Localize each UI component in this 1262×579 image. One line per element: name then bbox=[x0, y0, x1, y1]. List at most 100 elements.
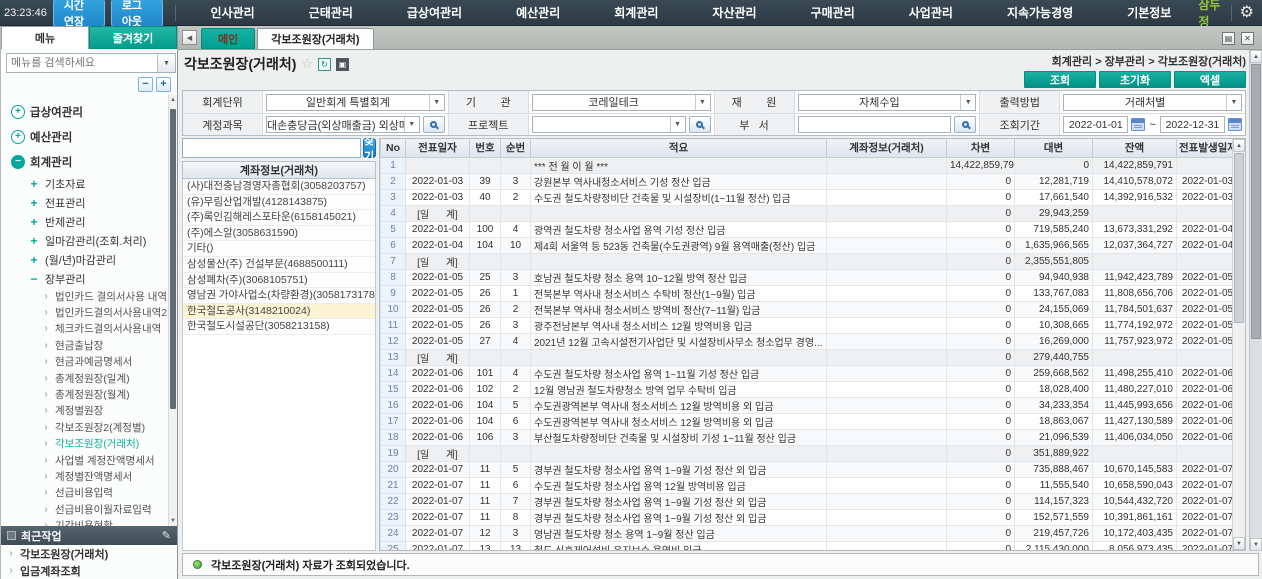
tree-item[interactable]: ›기간비용현황 bbox=[1, 517, 177, 526]
column-header[interactable]: 전표일자 bbox=[406, 139, 470, 157]
tree-item[interactable]: +급상여관리 bbox=[1, 99, 177, 124]
tree-item[interactable]: ›계정별잔액명세서 bbox=[1, 468, 177, 484]
excel-button[interactable]: 엑셀 bbox=[1174, 71, 1246, 88]
topbar-menu-item[interactable]: 회계관리 bbox=[587, 4, 685, 21]
expand-all-button[interactable]: + bbox=[156, 77, 171, 92]
scroll-down-icon[interactable]: ▼ bbox=[1250, 538, 1262, 551]
favorite-star-icon[interactable]: ☆ bbox=[301, 56, 313, 72]
gear-icon[interactable]: ⚙ bbox=[1240, 5, 1254, 21]
refresh-icon[interactable]: ↻ bbox=[318, 58, 331, 71]
table-row[interactable]: 7[일 계]02,355,551,805 bbox=[381, 253, 1239, 269]
table-row[interactable]: 122022-01-052742021년 12월 고속시설전기사업단 및 시설장… bbox=[381, 333, 1239, 349]
expand-icon[interactable]: + bbox=[11, 130, 25, 144]
chevron-down-icon[interactable]: ▼ bbox=[695, 95, 710, 110]
topbar-menu-item[interactable]: 급상여관리 bbox=[380, 4, 489, 21]
calendar-icon[interactable] bbox=[1131, 118, 1145, 131]
scroll-down-icon[interactable]: ▼ bbox=[1233, 537, 1245, 550]
tree-item[interactable]: ›법인카드 결의서사용 내역 bbox=[1, 288, 177, 304]
column-header[interactable]: 순번 bbox=[501, 139, 531, 157]
partner-list-item[interactable]: (사)대전충남경영자총협회(3058203757) bbox=[183, 179, 375, 195]
period-to-input[interactable]: 2022-12-31 bbox=[1160, 116, 1225, 133]
partner-list-item[interactable]: (주)록인김해레스포타운(6158145021) bbox=[183, 210, 375, 226]
tree-item[interactable]: ›총계정원장(일계) bbox=[1, 370, 177, 386]
collapse-icon[interactable]: − bbox=[11, 155, 25, 169]
calendar-icon[interactable] bbox=[1228, 118, 1242, 131]
column-header[interactable]: 대변 bbox=[1015, 139, 1093, 157]
partner-list-item[interactable]: (유)무림산업개발(4128143875) bbox=[183, 195, 375, 211]
table-row[interactable]: 142022-01-061014수도권 철도차량 청소사업 용역 1~11월 기… bbox=[381, 365, 1239, 381]
tree-item[interactable]: +(월/년)마감관리 bbox=[1, 250, 177, 269]
column-header[interactable]: 잔액 bbox=[1093, 139, 1177, 157]
tree-item[interactable]: ›현금과예금명세서 bbox=[1, 354, 177, 370]
tree-item[interactable]: ›법인카드결의서사용내역2 bbox=[1, 304, 177, 320]
expand-icon[interactable]: + bbox=[11, 105, 25, 119]
table-row[interactable]: 102022-01-05262전북본부 역사내 청소서비스 방역비 정산(7~1… bbox=[381, 301, 1239, 317]
expand-icon[interactable]: + bbox=[28, 196, 40, 210]
chevron-down-icon[interactable]: ▼ bbox=[1226, 95, 1241, 110]
table-row[interactable]: 82022-01-05253호남권 철도차량 청소 용역 10~12월 방역 정… bbox=[381, 269, 1239, 285]
partner-list-item[interactable]: 영남권 가야사업소(차량환경)(3058173178) bbox=[183, 288, 375, 304]
window-icon[interactable]: ▤ bbox=[1222, 32, 1235, 45]
find-button[interactable]: 찾기 bbox=[363, 138, 376, 158]
sidebar-tab-menu[interactable]: 메뉴 bbox=[1, 26, 89, 49]
clear-recent-icon[interactable]: ✎ bbox=[162, 529, 171, 542]
tree-item[interactable]: +기초자료 bbox=[1, 174, 177, 193]
window-scrollbar[interactable]: ▲ ▼ bbox=[1249, 50, 1262, 551]
table-row[interactable]: 32022-01-03402수도권 철도차량정비단 건축물 및 시설장비(1~1… bbox=[381, 189, 1239, 205]
table-row[interactable]: 182022-01-061063부산철도차량정비단 건축물 및 시설장비 기성 … bbox=[381, 429, 1239, 445]
table-row[interactable]: 62022-01-0410410제4회 서울역 등 523동 건축물(수도권광역… bbox=[381, 237, 1239, 253]
tab-scroll-left-icon[interactable]: ◀ bbox=[182, 30, 197, 45]
collapse-icon[interactable]: − bbox=[28, 272, 40, 286]
tab-subledger-partner[interactable]: 각보조원장(거래처) bbox=[257, 28, 373, 49]
scrollbar-thumb[interactable] bbox=[1251, 64, 1261, 339]
topbar-menu-item[interactable]: 사업관리 bbox=[882, 4, 980, 21]
column-header[interactable]: 계좌정보(거래처) bbox=[827, 139, 947, 157]
project-search-button[interactable] bbox=[689, 116, 711, 133]
tree-item[interactable]: +일마감관리(조회.처리) bbox=[1, 231, 177, 250]
scrollbar-thumb[interactable] bbox=[1234, 153, 1244, 323]
partner-list-item[interactable]: 한국철도공사(3148210024) bbox=[183, 304, 375, 320]
table-row[interactable]: 202022-01-07115경부권 철도차량 청소사업 용역 1~9월 기성 … bbox=[381, 461, 1239, 477]
column-header[interactable]: 적요 bbox=[531, 139, 827, 157]
table-row[interactable]: 162022-01-061045수도권광역본부 역사내 청소서비스 12월 방역… bbox=[381, 397, 1239, 413]
output-method-select[interactable]: 거래처별▼ bbox=[1063, 94, 1242, 111]
table-row[interactable]: 112022-01-05263광주전남본부 역사내 청소서비스 12월 방역비용… bbox=[381, 317, 1239, 333]
chevron-down-icon[interactable]: ▼ bbox=[157, 54, 175, 72]
partner-list-item[interactable]: 기타() bbox=[183, 241, 375, 257]
tree-item[interactable]: ›선급비용이월자료입력 bbox=[1, 501, 177, 517]
account-search-button[interactable] bbox=[423, 116, 445, 133]
expand-icon[interactable]: + bbox=[28, 234, 40, 248]
topbar-menu-item[interactable]: 예산관리 bbox=[489, 4, 587, 21]
organization-select[interactable]: 코레일테크▼ bbox=[532, 94, 711, 111]
tab-main[interactable]: 메인 bbox=[201, 28, 255, 49]
chevron-down-icon[interactable]: ▼ bbox=[429, 95, 444, 110]
expand-icon[interactable]: + bbox=[28, 177, 40, 191]
table-row[interactable]: 13[일 계]0279,440,755 bbox=[381, 349, 1239, 365]
tree-item[interactable]: ›선급비용입력 bbox=[1, 485, 177, 501]
menu-search-input[interactable] bbox=[7, 57, 157, 69]
column-header[interactable]: 전표발생일자 bbox=[1177, 139, 1239, 157]
tree-item[interactable]: +예산관리 bbox=[1, 124, 177, 149]
sidebar-scrollbar[interactable]: ▲ ▼ bbox=[168, 95, 177, 526]
topbar-menu-item[interactable]: 구매관리 bbox=[784, 4, 882, 21]
department-search-button[interactable] bbox=[954, 116, 976, 133]
column-header[interactable]: No bbox=[381, 139, 406, 157]
table-row[interactable]: 19[일 계]0351,889,922 bbox=[381, 445, 1239, 461]
table-row[interactable]: 22022-01-03393강원본부 역사내청소서비스 기성 정산 입금012,… bbox=[381, 173, 1239, 189]
tree-item[interactable]: ›사업별 계정잔액명세서 bbox=[1, 452, 177, 468]
sidebar-tab-favorites[interactable]: 즐겨찾기 bbox=[89, 26, 177, 49]
fund-source-select[interactable]: 자체수입▼ bbox=[798, 94, 977, 111]
partner-list-item[interactable]: (주)에스알(3058631590) bbox=[183, 226, 375, 242]
recent-item[interactable]: ›입금계좌조회 bbox=[1, 562, 177, 579]
topbar-menu-item[interactable]: 자산관리 bbox=[685, 4, 783, 21]
table-row[interactable]: 152022-01-06102212월 영남권 철도차량청소 방역 업무 수탁비… bbox=[381, 381, 1239, 397]
topbar-menu-item[interactable]: 기본정보 bbox=[1100, 4, 1198, 21]
tree-item[interactable]: ›각보조원장2(계정별) bbox=[1, 419, 177, 435]
column-header[interactable]: 차변 bbox=[947, 139, 1015, 157]
scroll-up-icon[interactable]: ▲ bbox=[1233, 139, 1245, 152]
scrollbar-thumb[interactable] bbox=[170, 109, 176, 409]
table-scrollbar[interactable]: ▲ ▼ bbox=[1232, 139, 1245, 550]
popup-icon[interactable]: ▣ bbox=[336, 58, 349, 71]
chevron-down-icon[interactable]: ▼ bbox=[960, 95, 975, 110]
tree-item[interactable]: ›현금출납장 bbox=[1, 337, 177, 353]
